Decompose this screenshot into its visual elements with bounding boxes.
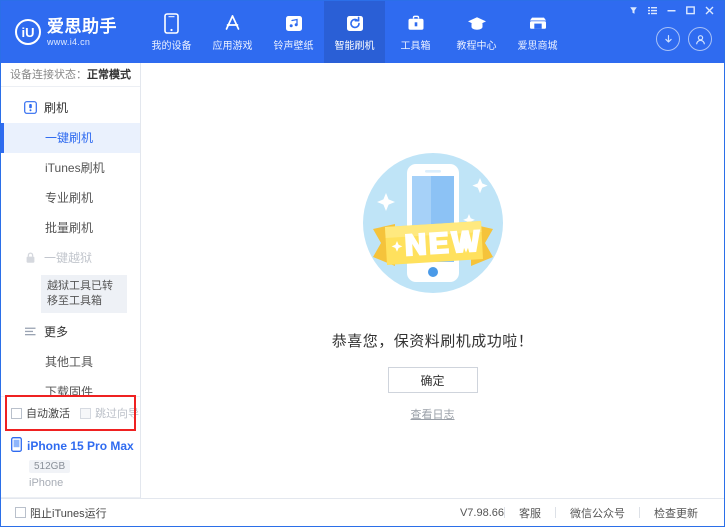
nav-tab-store[interactable]: 爱思商城 xyxy=(507,1,568,63)
topbar-actions xyxy=(656,27,712,51)
title-bar: iU 爱思助手 www.i4.cn 我的设备 应用游戏 铃声壁纸 智能刷机 工具… xyxy=(1,1,724,63)
status-bar: 阻止iTunes运行 V7.98.66 客服 微信公众号 检查更新 xyxy=(1,498,724,526)
sidebar-group-label: 刷机 xyxy=(44,101,69,116)
nav-tab-label: 教程中心 xyxy=(456,41,497,52)
sidebar-options: 自动激活 跳过向导 xyxy=(1,395,140,431)
sidebar-group-more: 更多 xyxy=(1,317,140,347)
view-log-link[interactable]: 查看日志 xyxy=(411,406,455,422)
sidebar-item-one-key-flash[interactable]: 一键刷机 xyxy=(1,122,140,153)
brand-url: www.i4.cn xyxy=(47,36,91,47)
close-icon[interactable] xyxy=(701,3,718,18)
flash-icon xyxy=(23,101,37,115)
ai-si-assistant-window: iU 爱思助手 www.i4.cn 我的设备 应用游戏 铃声壁纸 智能刷机 工具… xyxy=(0,0,725,527)
nav-tab-apps-games[interactable]: 应用游戏 xyxy=(202,1,263,63)
customer-service-link[interactable]: 客服 xyxy=(505,505,555,521)
phone-icon xyxy=(164,12,179,34)
sidebar-item-pro-flash[interactable]: 专业刷机 xyxy=(1,183,140,213)
sidebar-item-download-firmware[interactable]: 下载固件 xyxy=(1,377,140,396)
pin-icon[interactable] xyxy=(625,3,642,18)
device-capacity-badge: 512GB xyxy=(29,460,71,473)
sidebar-group-flash: 刷机 xyxy=(1,93,140,123)
download-icon[interactable] xyxy=(656,27,680,51)
device-type-label: iPhone xyxy=(29,477,64,489)
wechat-account-link[interactable]: 微信公众号 xyxy=(556,505,639,521)
window-controls xyxy=(625,3,718,18)
skip-wizard-label: 跳过向导 xyxy=(95,408,139,420)
device-connection-status: 设备连接状态： 正常模式 xyxy=(1,63,140,87)
jailbreak-moved-tooltip: 越狱工具已转移至工具箱 xyxy=(41,274,127,313)
nav-tab-label: 工具箱 xyxy=(400,41,431,52)
main-content: 恭喜您，保资料刷机成功啦！ 确定 查看日志 xyxy=(141,63,724,498)
sidebar-group-label: 更多 xyxy=(44,325,69,340)
nav-tab-label: 应用游戏 xyxy=(212,41,253,52)
minimize-icon[interactable] xyxy=(663,3,680,18)
nav-tab-smart-flash[interactable]: 智能刷机 xyxy=(324,1,385,63)
sidebar-group-jailbreak: 一键越狱 xyxy=(1,243,140,273)
sidebar-item-batch-flash[interactable]: 批量刷机 xyxy=(1,213,140,243)
phone-device-icon xyxy=(11,437,22,455)
toolbox-icon xyxy=(406,12,426,34)
connected-device-panel[interactable]: iPhone 15 Pro Max 512GB iPhone xyxy=(1,429,140,498)
block-itunes-label: 阻止iTunes运行 xyxy=(30,507,107,520)
nav-tab-my-device[interactable]: 我的设备 xyxy=(141,1,202,63)
main-navigation: 我的设备 应用游戏 铃声壁纸 智能刷机 工具箱 教程中心 爱思商城 xyxy=(141,1,568,63)
sidebar-menu: 刷机 一键刷机 iTunes刷机 专业刷机 批量刷机 一键越狱 越狱工具已转移至… xyxy=(1,87,140,396)
confirm-button[interactable]: 确定 xyxy=(387,367,478,393)
music-icon xyxy=(284,12,304,34)
brand-mark-text: iU xyxy=(21,24,35,40)
nav-tab-toolbox[interactable]: 工具箱 xyxy=(385,1,446,63)
sidebar-item-label: 批量刷机 xyxy=(45,221,94,236)
lock-icon xyxy=(23,251,37,265)
checkbox-box xyxy=(80,407,91,419)
device-name-text: iPhone 15 Pro Max xyxy=(27,439,134,453)
auto-activate-checkbox[interactable]: 自动激活 xyxy=(11,405,70,421)
sidebar-group-label: 一键越狱 xyxy=(44,251,93,266)
appstore-icon xyxy=(222,12,243,34)
sidebar-item-label: 其他工具 xyxy=(45,355,94,370)
nav-tab-tutorial-center[interactable]: 教程中心 xyxy=(446,1,507,63)
auto-activate-label: 自动激活 xyxy=(26,408,70,420)
success-message: 恭喜您，保资料刷机成功啦！ xyxy=(331,333,534,350)
block-itunes-checkbox[interactable]: 阻止iTunes运行 xyxy=(15,505,107,521)
sidebar-item-label: 一键刷机 xyxy=(45,131,94,146)
maximize-icon[interactable] xyxy=(682,3,699,18)
new-phone-badge-illustration xyxy=(333,131,533,316)
sidebar-item-itunes-flash[interactable]: iTunes刷机 xyxy=(1,153,140,183)
brand-mark-icon: iU xyxy=(15,19,41,45)
graduation-cap-icon xyxy=(466,12,488,34)
skip-wizard-checkbox[interactable]: 跳过向导 xyxy=(80,405,139,421)
nav-tab-label: 我的设备 xyxy=(151,41,192,52)
checkbox-box xyxy=(11,407,22,419)
brand-name: 爱思助手 xyxy=(47,16,117,36)
app-logo: iU 爱思助手 www.i4.cn xyxy=(1,1,141,63)
device-connection-status-value: 正常模式 xyxy=(87,69,131,82)
nav-tab-label: 铃声壁纸 xyxy=(273,41,314,52)
nav-tab-label: 智能刷机 xyxy=(334,41,375,52)
user-account-icon[interactable] xyxy=(688,27,712,51)
store-icon xyxy=(527,12,549,34)
check-update-link[interactable]: 检查更新 xyxy=(640,505,712,521)
sidebar-item-label: 下载固件 xyxy=(45,385,94,396)
sidebar: 设备连接状态： 正常模式 刷机 一键刷机 iTunes刷机 专业刷机 批量刷机 … xyxy=(1,63,141,498)
refresh-icon xyxy=(345,12,365,34)
sidebar-item-other-tools[interactable]: 其他工具 xyxy=(1,347,140,377)
device-connection-status-label: 设备连接状态： xyxy=(10,69,87,82)
nav-tab-label: 爱思商城 xyxy=(517,41,558,52)
nav-tab-ringtones-wallpaper[interactable]: 铃声壁纸 xyxy=(263,1,324,63)
checkbox-box xyxy=(15,507,26,518)
sidebar-item-label: iTunes刷机 xyxy=(45,161,105,176)
more-list-icon xyxy=(23,325,37,339)
menu-icon[interactable] xyxy=(644,3,661,18)
window-body: 设备连接状态： 正常模式 刷机 一键刷机 iTunes刷机 专业刷机 批量刷机 … xyxy=(1,63,724,498)
version-label: V7.98.66 xyxy=(459,506,504,519)
device-name-row: iPhone 15 Pro Max xyxy=(11,437,140,455)
sidebar-item-label: 专业刷机 xyxy=(45,191,94,206)
status-bar-right: V7.98.66 客服 微信公众号 检查更新 xyxy=(460,505,712,521)
